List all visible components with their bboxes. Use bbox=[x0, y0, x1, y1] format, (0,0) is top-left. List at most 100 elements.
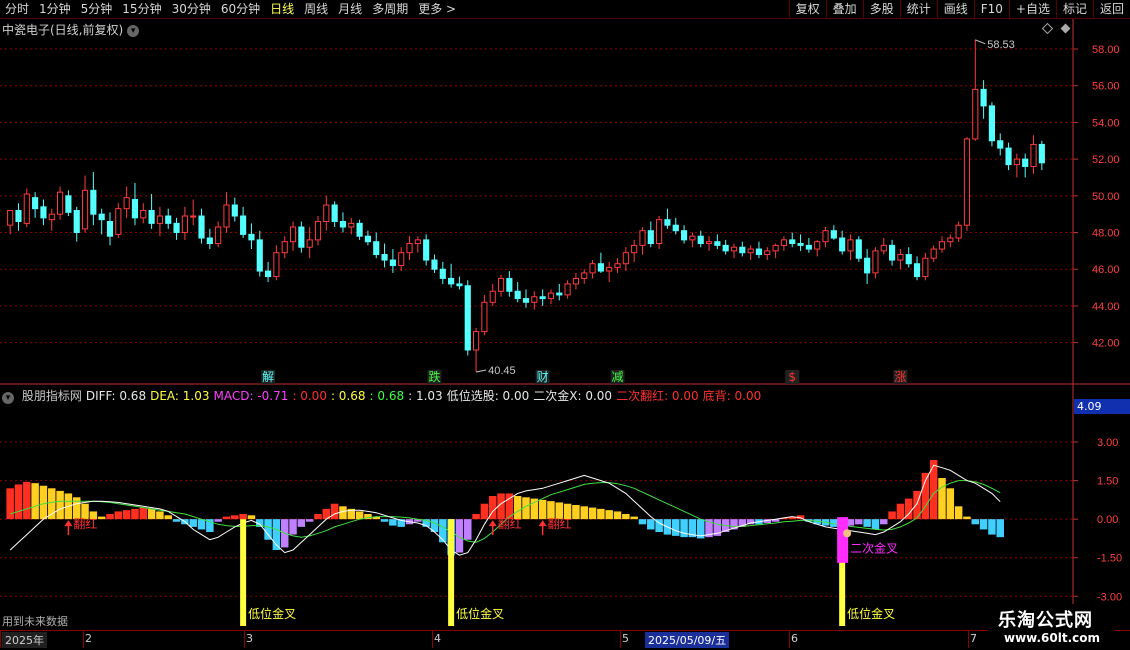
indicator-tick-label: -1.50 bbox=[1097, 553, 1122, 565]
candle-body bbox=[273, 252, 280, 278]
candle-body bbox=[955, 224, 962, 239]
candle-body bbox=[106, 221, 114, 237]
candle-body bbox=[681, 230, 688, 241]
candle-body bbox=[722, 244, 729, 252]
low-golden-cross-bar bbox=[240, 519, 247, 626]
macd-bar bbox=[672, 519, 680, 536]
candle-body bbox=[922, 257, 929, 278]
candle-body bbox=[48, 213, 55, 221]
candle-body bbox=[506, 277, 513, 292]
candle-body bbox=[439, 268, 446, 279]
macd-bar bbox=[164, 515, 172, 520]
fanhong-label: 翻红 bbox=[498, 516, 522, 531]
candle-body bbox=[672, 224, 679, 232]
candle-body bbox=[231, 204, 238, 217]
candle-body bbox=[73, 210, 80, 234]
macd-bar bbox=[638, 519, 647, 525]
date-separator bbox=[244, 631, 245, 648]
candle-body bbox=[323, 204, 330, 223]
stock-chart[interactable]: 42.0044.0046.0048.0050.0052.0054.0056.00… bbox=[0, 0, 1130, 650]
price-tick-label: 48.00 bbox=[1092, 228, 1120, 240]
candle-body bbox=[739, 246, 746, 254]
candle-body bbox=[1038, 143, 1045, 164]
indicator-header-item-0: 股朋指标网 bbox=[21, 389, 82, 403]
candle-body bbox=[639, 230, 646, 246]
macd-bar bbox=[871, 519, 880, 530]
macd-bar bbox=[472, 514, 480, 520]
future-data-note: 用到未来数据 bbox=[2, 615, 68, 628]
candle-body bbox=[1013, 158, 1020, 166]
date-separator bbox=[432, 631, 433, 648]
macd-bar bbox=[988, 519, 996, 535]
watermark: 乐淘公式网 www.60lt.com bbox=[988, 604, 1114, 648]
macd-bar bbox=[613, 511, 622, 520]
macd-bar bbox=[289, 519, 297, 535]
indicator-header-item-8: 低位选股: 0.00 bbox=[446, 389, 530, 403]
indicator-header-item-9: 二次金X: 0.00 bbox=[533, 389, 613, 403]
macd-bar bbox=[114, 511, 123, 520]
macd-bar bbox=[31, 483, 39, 520]
macd-bar bbox=[72, 497, 81, 520]
candle-body bbox=[98, 213, 105, 221]
candle-body bbox=[406, 243, 413, 254]
date-label-2: 3 bbox=[246, 632, 253, 645]
candle-body bbox=[81, 189, 89, 230]
price-tick-label: 52.00 bbox=[1092, 154, 1120, 166]
candle-body bbox=[730, 246, 738, 252]
candle-body bbox=[697, 235, 704, 245]
watermark-name: 乐淘公式网 bbox=[998, 610, 1093, 631]
macd-bar bbox=[588, 507, 597, 520]
candle-body bbox=[115, 208, 122, 235]
fanhong-label: 翻红 bbox=[73, 516, 97, 531]
candle-body bbox=[1005, 147, 1012, 166]
macd-bar bbox=[896, 503, 905, 520]
candle-body bbox=[963, 138, 971, 226]
candle-body bbox=[140, 210, 147, 219]
candle-body bbox=[306, 239, 313, 248]
candle-body bbox=[631, 244, 638, 254]
candle-body bbox=[855, 239, 862, 259]
fanhong-label: 翻红 bbox=[548, 516, 572, 531]
candle-body bbox=[755, 248, 763, 256]
candle-body bbox=[356, 222, 363, 237]
macd-bar bbox=[971, 519, 980, 525]
macd-bar bbox=[439, 519, 447, 543]
candle-body bbox=[123, 197, 130, 210]
low-golden-cross-label: 低位金叉 bbox=[248, 606, 296, 621]
date-label-6: 7 bbox=[970, 632, 977, 645]
candle-body bbox=[539, 296, 546, 300]
indicator-chevron-icon[interactable]: ▾ bbox=[2, 392, 14, 404]
candle-body bbox=[414, 239, 421, 245]
macd-bar bbox=[139, 507, 148, 520]
candle-body bbox=[772, 244, 779, 252]
candle-body bbox=[897, 254, 904, 261]
indicator-header-item-10: 二次翻红: 0.00 bbox=[616, 389, 699, 403]
candle-body bbox=[90, 189, 97, 215]
candle-body bbox=[373, 241, 380, 256]
macd-bar bbox=[214, 519, 222, 522]
macd-bar bbox=[996, 519, 1004, 538]
candle-body bbox=[764, 250, 771, 256]
candle-body bbox=[148, 210, 155, 224]
candle-body bbox=[689, 235, 696, 241]
price-tick-label: 46.00 bbox=[1092, 264, 1120, 276]
macd-bar bbox=[538, 499, 547, 520]
signal-label-3: 减 bbox=[612, 370, 624, 384]
candle-body bbox=[606, 266, 613, 272]
candle-body bbox=[839, 237, 846, 252]
price-tick-label: 42.00 bbox=[1092, 338, 1120, 350]
candle-body bbox=[514, 290, 521, 300]
candle-body bbox=[15, 210, 22, 223]
macd-bar bbox=[572, 505, 580, 520]
date-separator bbox=[789, 631, 790, 648]
macd-bar bbox=[513, 496, 522, 520]
candle-body bbox=[556, 292, 563, 296]
candle-body bbox=[381, 254, 388, 261]
candle-body bbox=[215, 226, 222, 245]
stock-title: 中瓷电子(日线,前复权) ▾ bbox=[2, 21, 140, 38]
candle-body bbox=[814, 241, 821, 250]
candle-body bbox=[464, 285, 471, 351]
candle-body bbox=[65, 195, 72, 213]
arrow-up-icon bbox=[538, 520, 547, 527]
chevron-down-icon[interactable]: ▾ bbox=[127, 24, 140, 37]
